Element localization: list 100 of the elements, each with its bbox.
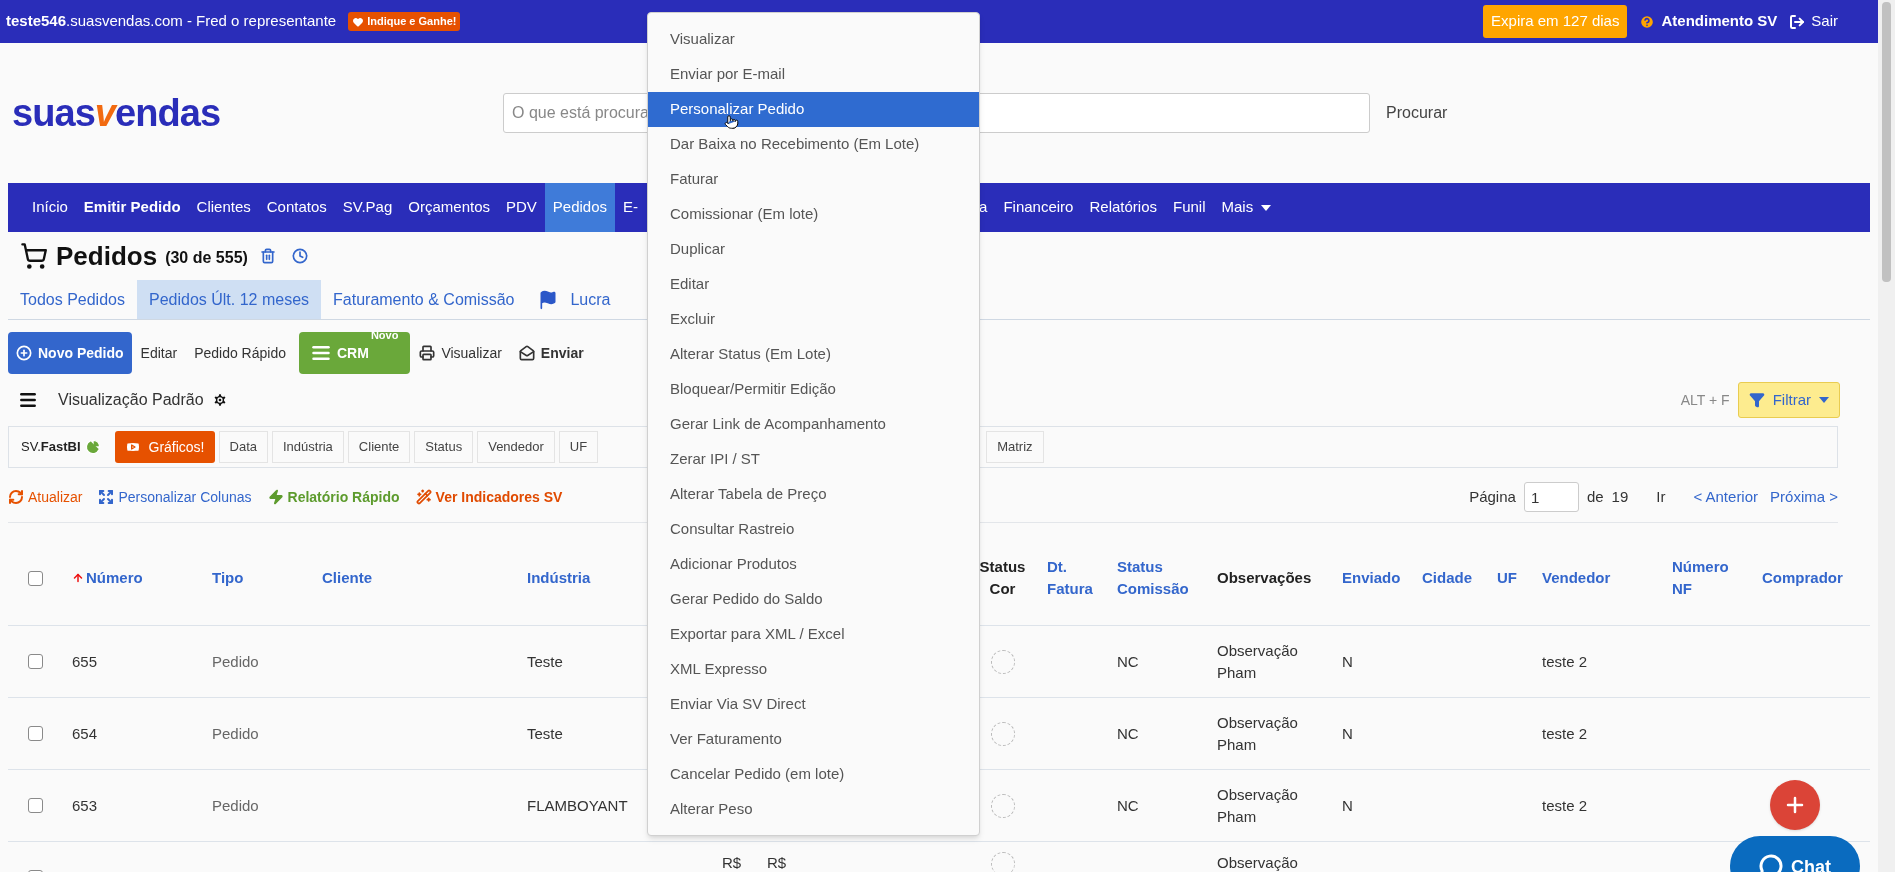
filter-chip[interactable]: UF [558,431,599,463]
menu-item[interactable]: Bloquear/Permitir Edição [648,372,979,407]
column-header[interactable]: Cidade [1422,567,1472,589]
filter-chip[interactable]: Status [414,431,474,463]
action-link[interactable]: Personalizar Colunas [98,486,252,508]
table-cell-text: NC [1117,723,1139,744]
column-header[interactable]: Status Comissão [1117,556,1193,600]
table-cell-text: N [1342,795,1353,816]
column-header[interactable]: Comprador [1762,567,1843,589]
tab[interactable]: Lucra [526,280,623,319]
hand-cursor-icon [724,114,739,130]
column-header[interactable]: Tipo [212,567,244,589]
menu-item[interactable]: Excluir [648,302,979,337]
column-header[interactable]: Dt. Fatura [1047,556,1093,600]
toolbar-button[interactable]: Enviar [510,332,592,374]
row-checkbox[interactable] [28,570,43,586]
go-button[interactable]: Ir [1656,485,1666,509]
menu-item[interactable]: Consultar Rastreio [648,512,979,547]
previous-link[interactable]: < Anterior [1693,485,1759,509]
toolbar-button[interactable]: Pedido Rápido [186,332,294,374]
menu-item[interactable]: Gerar Pedido do Saldo [648,582,979,617]
menu-item[interactable]: Adicionar Produtos [648,547,979,582]
menu-item[interactable]: Zerar IPI / ST [648,442,979,477]
magic-wand-icon [415,489,432,505]
next-link[interactable]: Próxima > [1770,485,1838,509]
tab[interactable]: Faturamento & Comissão [321,280,527,319]
nav-link[interactable]: Funil [1165,183,1214,232]
column-header[interactable]: Enviado [1342,567,1401,589]
table-cell-text: 653 [72,795,98,816]
column-header[interactable]: UF [1497,567,1517,589]
filter-chip[interactable]: Matriz [986,431,1044,463]
toolbar-button[interactable]: Novo Pedido [8,332,132,374]
search-button[interactable]: Procurar [1386,101,1448,125]
tab[interactable]: Pedidos Últ. 12 meses [136,280,322,319]
filter-chip[interactable]: Data [218,431,268,463]
nav-link[interactable]: Contatos [258,183,335,232]
row-checkbox[interactable] [28,798,43,813]
promo-badge[interactable]: Indique e Ganhe! [348,12,461,31]
nav-link[interactable]: Relatórios [1081,183,1165,232]
fastbi-brand: SV.FastBI [21,438,81,457]
menu-item[interactable]: Enviar Via SV Direct [648,687,979,722]
filter-button[interactable]: Filtrar [1737,382,1840,418]
table-cell-text: FLAMBOYANT [527,795,628,816]
nav-link[interactable]: E- [615,183,647,232]
menu-item[interactable]: Editar [648,267,979,302]
action-link[interactable]: Ver Indicadores SV [415,486,563,508]
menu-item[interactable]: Comissionar (Em lote) [648,197,979,232]
filter-chip[interactable]: Indústria [272,431,344,463]
settings-icon[interactable] [211,392,228,408]
shortcut-hint: ALT + F [1680,390,1730,410]
scrollbar[interactable] [1878,0,1895,872]
column-header[interactable]: Número NF [1672,556,1738,600]
menu-item[interactable]: Exportar para XML / Excel [648,617,979,652]
tab[interactable]: Todos Pedidos [8,280,137,319]
menu-item[interactable]: Alterar Peso [648,792,979,827]
menu-item[interactable]: Faturar [648,162,979,197]
nav-link[interactable]: Clientes [188,183,259,232]
menu-item[interactable]: Gerar Link de Acompanhamento [648,407,979,442]
nav-link[interactable]: Mais [1213,183,1280,232]
toolbar-button[interactable]: Editar [132,332,186,374]
printer-icon [419,345,436,361]
row-checkbox[interactable] [28,726,43,741]
nav-link[interactable]: SV.Pag [334,183,401,232]
trash-icon[interactable] [259,248,276,264]
support-link[interactable]: Atendimento SV [1639,10,1778,33]
filter-chip[interactable]: Cliente [347,431,411,463]
column-header[interactable]: Número [86,567,143,589]
logo[interactable]: suasvendas [12,94,503,132]
menu-icon[interactable] [18,390,38,410]
menu-item[interactable]: Cancelar Pedido (em lote) [648,757,979,792]
menu-item[interactable]: Alterar Tabela de Preço [648,477,979,512]
nav-link[interactable]: Financeiro [995,183,1082,232]
menu-item[interactable]: Duplicar [648,232,979,267]
charts-button[interactable]: Gráficos! [114,431,215,463]
toolbar-button[interactable]: Visualizar [411,332,510,374]
action-link[interactable]: Atualizar [8,486,83,508]
menu-item[interactable]: Personalizar Pedido [648,92,979,127]
view-name[interactable]: Visualização Padrão [58,388,204,412]
nav-link[interactable]: Início [24,183,76,232]
nav-link[interactable]: Pedidos [544,183,616,232]
page-number-field[interactable]: 1 [1523,482,1579,512]
clock-icon[interactable] [291,248,308,264]
add-button[interactable] [1770,780,1820,830]
logout-link[interactable]: Sair [1789,10,1838,33]
menu-item[interactable]: XML Expresso [648,652,979,687]
column-header[interactable]: Cliente [322,567,372,589]
table-cell-text: teste 2 [1542,723,1588,744]
nav-link[interactable]: Emitir Pedido [75,183,189,232]
filter-chip[interactable]: Vendedor [477,431,555,463]
menu-item[interactable]: Alterar Status (Em Lote) [648,337,979,372]
page-of-label: de [1586,486,1604,507]
row-checkbox[interactable] [28,654,43,669]
order-count: (30 de 555) [165,248,248,268]
column-header[interactable]: Indústria [527,567,591,589]
menu-item[interactable]: Visualizar [648,22,979,57]
column-header[interactable]: Vendedor [1542,567,1611,589]
menu-item[interactable]: Ver Faturamento [648,722,979,757]
nav-link[interactable]: PDV [498,183,545,232]
nav-link[interactable]: Orçamentos [400,183,498,232]
menu-item[interactable]: Enviar por E-mail [648,57,979,92]
